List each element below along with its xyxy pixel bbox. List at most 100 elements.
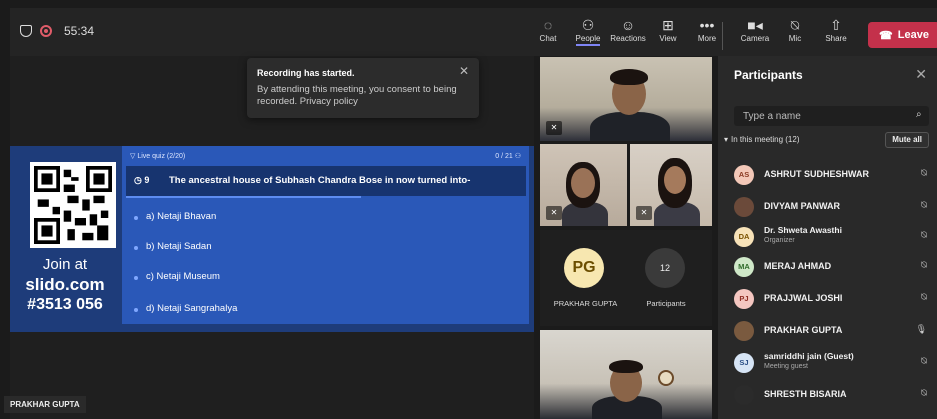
participant-row[interactable]: MA MERAJ AHMAD ⍉ (728, 252, 933, 282)
toolbar-divider (722, 22, 723, 50)
more-label: More (697, 34, 717, 43)
avatar (734, 385, 754, 405)
mic-icon: 🎙 (915, 324, 927, 334)
chat-icon: ◌ (543, 17, 553, 33)
avatar[interactable]: PG (564, 248, 604, 288)
close-icon[interactable]: ✕ (915, 66, 927, 83)
participant-name: ASHRUT SUDHESHWAR (764, 169, 870, 179)
recording-icon (40, 25, 52, 37)
meeting-toolbar: 55:34 ◌ Chat ⚇ People ☺ Reactions ⊞ View… (10, 8, 937, 56)
more-icon: ••• (699, 17, 715, 33)
wall-clock (658, 370, 674, 386)
people-icon: ⚇ (514, 153, 521, 160)
qr-code-icon (34, 166, 112, 244)
participant-name: PRAJJWAL JOSHI (764, 293, 843, 303)
slido-event-code: #3513 056 (27, 296, 103, 313)
shield-icon (20, 25, 32, 37)
participants-pane: Participants ✕ ⌕ ▾ In this meeting (12) … (718, 56, 937, 419)
participant-count-avatar[interactable]: 12 (645, 248, 685, 288)
leave-button[interactable]: ☎ Leave (868, 22, 937, 48)
participant-video-tile[interactable] (540, 330, 712, 419)
pane-title: Participants (734, 68, 803, 82)
question-time-bar (126, 196, 361, 198)
in-meeting-section-header[interactable]: ▾ In this meeting (12) (724, 135, 800, 144)
participant-video-tile[interactable]: ✕ (630, 144, 712, 226)
participant-search-input[interactable] (734, 106, 929, 126)
participant-row[interactable]: DIVYAM PANWAR ⍉ (728, 192, 933, 222)
person-hair (609, 360, 643, 373)
question-bar: ◷ 9 The ancestral house of Subhash Chand… (126, 166, 526, 196)
people-button[interactable]: ⚇ People (568, 16, 608, 46)
avatar (734, 197, 754, 217)
participant-role: Meeting guest (764, 363, 808, 370)
participant-row[interactable]: SHRESTH BISARIA ⍉ (728, 380, 933, 410)
meeting-timer: 55:34 (64, 24, 95, 38)
participant-name: DIVYAM PANWAR (764, 201, 841, 211)
avatar (734, 321, 754, 341)
view-button[interactable]: ⊞ View (648, 16, 688, 43)
person-body (590, 112, 670, 141)
quiz-panel: ▽ Live quiz (2/20) 0 / 21 ⚇ ◷ 9 The ance… (122, 146, 529, 324)
participant-row[interactable]: AS ASHRUT SUDHESHWAR ⍉ (728, 160, 933, 190)
mic-off-icon: ⍉ (921, 200, 927, 211)
slido-join-text: Join at (42, 256, 88, 273)
search-icon[interactable]: ⌕ (916, 109, 922, 120)
camera-icon: ■◂ (747, 17, 763, 33)
mic-off-icon: ⍉ (921, 260, 927, 271)
mic-off-icon: ⍉ (921, 388, 927, 399)
participant-count-label: Participants (646, 299, 686, 308)
mute-all-button[interactable]: Mute all (885, 132, 929, 148)
people-label: People (575, 34, 601, 46)
recording-notification: Recording has started. By attending this… (247, 58, 479, 118)
participant-name: SHRESTH BISARIA (764, 389, 847, 399)
mic-label: Mic (788, 34, 802, 43)
more-button[interactable]: ••• More (687, 16, 727, 43)
reactions-button[interactable]: ☺ Reactions (608, 16, 648, 43)
participant-video-tile[interactable]: ✕ (540, 144, 627, 226)
share-button[interactable]: ⇧ Share (816, 16, 856, 43)
participant-row[interactable]: PJ PRAJJWAL JOSHI ⍉ (728, 284, 933, 314)
participant-row[interactable]: SJ samriddhi jain (Guest) Meeting guest ⍉ (728, 348, 933, 378)
chat-label: Chat (539, 34, 557, 43)
share-icon: ⇧ (830, 17, 842, 33)
avatar: SJ (734, 353, 754, 373)
quiz-option: d) Netaji Sangrahalya (126, 298, 526, 320)
camera-label: Camera (740, 34, 770, 43)
slido-url: slido.com (25, 275, 105, 294)
participant-name: Dr. Shweta Awasthi (764, 225, 842, 235)
avatar: AS (734, 165, 754, 185)
leave-label: Leave (897, 29, 929, 41)
mic-button[interactable]: ⍉ Mic (775, 16, 815, 43)
mic-off-icon: ⍉ (921, 168, 927, 179)
phone-hangup-icon: ☎ (879, 29, 893, 42)
reactions-icon: ☺ (620, 17, 636, 33)
response-count: 0 / 21 ⚇ (495, 152, 521, 160)
qr-code (30, 162, 116, 248)
view-label: View (659, 34, 677, 43)
participant-row[interactable]: DA Dr. Shweta Awasthi Organizer ⍉ (728, 222, 933, 252)
people-icon: ⚇ (581, 17, 595, 33)
reactions-label: Reactions (610, 34, 646, 43)
meeting-status: 55:34 (20, 24, 94, 38)
camera-button[interactable]: ■◂ Camera (735, 16, 775, 43)
participant-name: MERAJ AHMAD (764, 261, 832, 271)
chat-button[interactable]: ◌ Chat (528, 16, 568, 43)
participant-role: Organizer (764, 237, 795, 244)
mic-off-icon: ✕ (546, 121, 562, 135)
quiz-label: Live quiz (2/20) (137, 153, 186, 160)
participant-avatar-tiles: PG PRAKHAR GUPTA 12 Participants (540, 230, 712, 326)
tile-name: PRAKHAR GUPTA (553, 299, 618, 308)
participant-video-tile[interactable]: ✕ (540, 57, 712, 141)
share-label: Share (825, 34, 847, 43)
avatar: PJ (734, 289, 754, 309)
notification-title: Recording has started. (257, 68, 355, 78)
quiz-option: a) Netaji Bhavan (126, 206, 526, 228)
mic-off-icon: ✕ (546, 206, 562, 220)
in-meeting-label: In this meeting (12) (731, 135, 800, 144)
person-head (571, 168, 595, 198)
mic-off-icon: ⍉ (921, 356, 927, 367)
close-icon[interactable]: ✕ (459, 64, 469, 78)
mic-off-icon: ⍉ (790, 17, 800, 33)
mic-off-icon: ⍉ (921, 292, 927, 303)
participant-row[interactable]: PRAKHAR GUPTA 🎙 (728, 316, 933, 346)
